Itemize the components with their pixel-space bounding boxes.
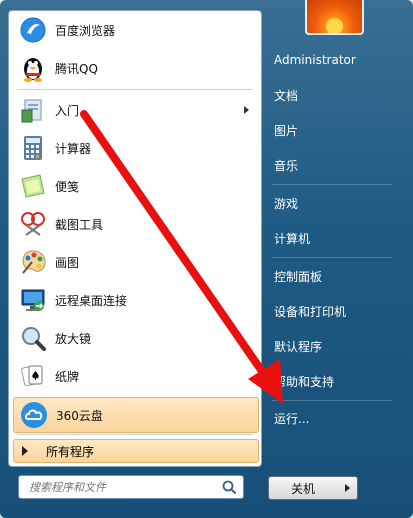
cards-icon	[17, 360, 49, 392]
baidu-browser-icon	[17, 14, 49, 46]
calculator-icon	[17, 132, 49, 164]
search-input[interactable]	[27, 479, 221, 495]
user-avatar[interactable]	[305, 0, 364, 35]
programs-pane: 百度浏览器 腾讯QQ 入门 计算器 便笺 截图工具 画图 远程桌面连接 放大镜 …	[8, 10, 262, 467]
right-item-documents[interactable]: 文档	[266, 80, 404, 110]
right-item-label: 设备和打印机	[274, 304, 347, 319]
start-item-label: 放大镜	[55, 331, 92, 346]
right-separator	[272, 184, 392, 185]
shutdown-options-button[interactable]	[337, 476, 358, 500]
right-item-default-programs[interactable]: 默认程序	[266, 331, 404, 361]
all-programs-label: 所有程序	[46, 444, 95, 459]
start-item-calculator[interactable]: 计算器	[13, 131, 257, 165]
shutdown-button[interactable]: 关机	[268, 476, 338, 500]
right-item-administrator[interactable]: Administrator	[266, 45, 404, 75]
start-item-paint[interactable]: 画图	[13, 245, 257, 279]
right-item-label: 计算机	[274, 231, 311, 246]
right-item-games[interactable]: 游戏	[266, 188, 404, 218]
start-item-snipping-tool[interactable]: 截图工具	[13, 207, 257, 241]
right-item-label: 音乐	[274, 158, 299, 173]
right-item-run[interactable]: 运行...	[266, 403, 404, 433]
right-item-label: 控制面板	[274, 269, 323, 284]
start-item-label: 入门	[55, 103, 80, 118]
chevron-right-icon	[344, 484, 350, 492]
right-item-devices-printers[interactable]: 设备和打印机	[266, 296, 404, 326]
start-item-label: 画图	[55, 255, 80, 270]
right-item-label: 游戏	[274, 196, 299, 211]
start-item-label: 纸牌	[55, 369, 80, 384]
right-item-control-panel[interactable]: 控制面板	[266, 261, 404, 291]
scissors-icon	[17, 208, 49, 240]
start-item-sticky-notes[interactable]: 便笺	[13, 169, 257, 203]
sticky-notes-icon	[17, 170, 49, 202]
right-separator	[272, 400, 392, 401]
right-item-label: 文档	[274, 88, 299, 103]
remote-desktop-icon	[17, 284, 49, 316]
all-programs-button[interactable]: 所有程序	[13, 439, 259, 463]
paint-palette-icon	[17, 246, 49, 278]
right-item-label: 图片	[274, 123, 299, 138]
magnifier-icon	[17, 322, 49, 354]
right-item-label: 帮助和支持	[274, 374, 335, 389]
submenu-arrow-icon	[244, 106, 249, 114]
expand-arrow-icon	[22, 446, 28, 456]
qq-penguin-icon	[17, 52, 49, 84]
start-item-getting-started[interactable]: 入门	[13, 93, 257, 127]
search-icon[interactable]	[221, 479, 237, 495]
pinned-separator	[17, 89, 253, 90]
start-item-label: 远程桌面连接	[55, 293, 128, 308]
right-item-computer[interactable]: 计算机	[266, 223, 404, 253]
right-item-music[interactable]: 音乐	[266, 150, 404, 180]
start-item-label: 360云盘	[56, 408, 103, 423]
right-item-label: 默认程序	[274, 339, 323, 354]
start-item-tencent-qq[interactable]: 腾讯QQ	[13, 51, 257, 85]
cloud-icon	[18, 399, 50, 431]
start-item-label: 截图工具	[55, 217, 104, 232]
start-item-remote-desktop[interactable]: 远程桌面连接	[13, 283, 257, 317]
right-item-help-support[interactable]: 帮助和支持	[266, 366, 404, 396]
right-item-label: 运行...	[274, 411, 310, 426]
start-item-baidu-browser[interactable]: 百度浏览器	[13, 13, 257, 47]
start-menu: 百度浏览器 腾讯QQ 入门 计算器 便笺 截图工具 画图 远程桌面连接 放大镜 …	[0, 0, 413, 518]
start-item-magnifier[interactable]: 放大镜	[13, 321, 257, 355]
start-item-label: 腾讯QQ	[55, 61, 98, 76]
start-item-cloud-360[interactable]: 360云盘	[13, 397, 259, 433]
start-item-label: 百度浏览器	[55, 23, 116, 38]
start-item-label: 计算器	[55, 141, 92, 156]
search-box[interactable]	[18, 475, 244, 499]
all-programs-separator	[17, 434, 253, 435]
right-item-label: Administrator	[274, 53, 356, 67]
right-separator	[272, 257, 392, 258]
right-item-pictures[interactable]: 图片	[266, 115, 404, 145]
shutdown-label: 关机	[290, 481, 315, 496]
start-item-label: 便笺	[55, 179, 80, 194]
getting-started-icon	[17, 94, 49, 126]
start-item-solitaire[interactable]: 纸牌	[13, 359, 257, 393]
